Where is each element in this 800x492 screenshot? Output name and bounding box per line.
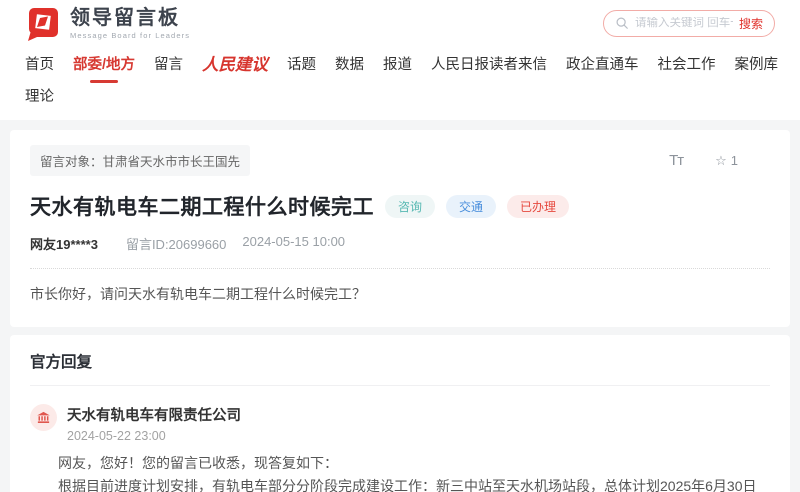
search-icon — [615, 16, 629, 30]
tag-status-done: 已办理 — [507, 195, 569, 218]
message-id: 留言ID:20699660 — [126, 234, 226, 253]
tag-traffic: 交通 — [446, 195, 496, 218]
search-button[interactable]: 搜索 — [739, 15, 763, 32]
reply-time: 2024-05-22 23:00 — [67, 429, 241, 443]
reply-paragraph: 网友，您好！您的留言已收悉，现答复如下： — [30, 452, 762, 475]
star-button[interactable]: ☆ 1 — [715, 153, 738, 169]
nav-item-gov-enterprise[interactable]: 政企直通车 — [566, 53, 639, 74]
logo-bubble-icon — [25, 5, 61, 41]
org-avatar — [30, 404, 57, 431]
font-size-icon[interactable]: Tт — [669, 152, 683, 169]
government-building-icon — [36, 410, 51, 425]
tag-consult: 咨询 — [385, 195, 435, 218]
star-icon: ☆ — [715, 153, 727, 169]
logo-title: 领导留言板 — [70, 7, 190, 29]
message-author: 网友19****3 — [30, 234, 98, 253]
message-card: 留言对象：甘肃省天水市市长王国先 Tт ☆ 1 天水有轨电车二期工程什么时候完工… — [10, 130, 790, 327]
official-reply-title: 官方回复 — [30, 350, 770, 386]
main-nav: 首页 部委/地方 留言 人民建议 话题 数据 报道 人民日报读者来信 政企直通车… — [0, 46, 800, 120]
nav-item-ministries-local[interactable]: 部委/地方 — [73, 53, 135, 74]
search-input[interactable] — [635, 17, 733, 29]
nav-item-messages[interactable]: 留言 — [154, 53, 183, 74]
page-body: 留言对象：甘肃省天水市市长王国先 Tт ☆ 1 天水有轨电车二期工程什么时候完工… — [0, 120, 800, 492]
nav-item-data[interactable]: 数据 — [335, 53, 364, 74]
nav-item-reports[interactable]: 报道 — [383, 53, 412, 74]
reply-paragraph: 根据目前进度计划安排，有轨电车部分分阶段完成建设工作：新三中站至天水机场站段，总… — [30, 475, 762, 492]
message-target-badge: 留言对象：甘肃省天水市市长王国先 — [30, 145, 250, 176]
nav-item-topics[interactable]: 话题 — [287, 53, 316, 74]
nav-item-reader-letters[interactable]: 人民日报读者来信 — [431, 53, 547, 74]
message-time: 2024-05-15 10:00 — [242, 234, 345, 253]
message-body: 市长你好，请问天水有轨电车二期工程什么时候完工？ — [30, 284, 770, 312]
nav-item-home[interactable]: 首页 — [25, 53, 54, 74]
nav-item-case-library[interactable]: 案例库 — [735, 53, 779, 74]
nav-item-peoples-suggestions[interactable]: 人民建议 — [202, 51, 268, 75]
official-reply-card: 官方回复 天水有轨电车有限责任公司 2024-05-22 23:00 — [10, 335, 790, 492]
message-title: 天水有轨电车二期工程什么时候完工 — [30, 191, 374, 221]
nav-item-theory[interactable]: 理论 — [25, 85, 54, 106]
nav-item-social-work[interactable]: 社会工作 — [658, 53, 716, 74]
site-logo[interactable]: 领导留言板 Message Board for Leaders — [25, 5, 190, 41]
search-box[interactable]: 搜索 — [603, 10, 775, 37]
star-count: 1 — [731, 153, 738, 168]
reply-body: 网友，您好！您的留言已收悉，现答复如下： 根据目前进度计划安排，有轨电车部分分阶… — [30, 452, 770, 492]
reply-org-name: 天水有轨电车有限责任公司 — [67, 404, 241, 425]
logo-subtitle: Message Board for Leaders — [70, 31, 190, 40]
top-header: 领导留言板 Message Board for Leaders 搜索 — [0, 0, 800, 46]
